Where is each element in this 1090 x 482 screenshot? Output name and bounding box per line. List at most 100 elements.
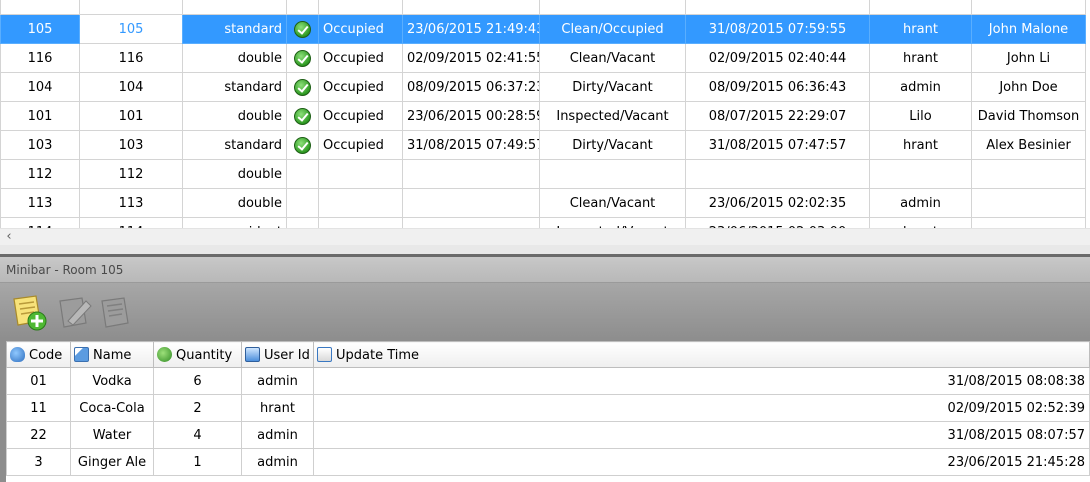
cell-user[interactable]: hrant [869,217,972,228]
cell-type[interactable]: standard [182,72,287,102]
occupancy-icon-cell[interactable] [286,159,319,189]
edit-item-button[interactable] [56,293,96,333]
minibar-cell-name[interactable]: Water [70,421,154,449]
list-item[interactable]: 3 Ginger Ale 1 admin 23/06/2015 21:45:28 [6,448,1090,476]
cell-user[interactable]: admin [869,188,972,218]
cell-number[interactable]: 105 [79,14,183,44]
cell-type[interactable]: double [182,159,287,189]
cell-type[interactable]: president [182,217,287,228]
cell-user[interactable]: hrant [869,130,972,160]
minibar-cell-time[interactable]: 02/09/2015 02:52:39 [313,394,1090,422]
minibar-cell-name[interactable]: Ginger Ale [70,448,154,476]
cell-guest[interactable] [971,217,1086,228]
cell-occupancy[interactable] [318,159,403,189]
minibar-cell-user[interactable]: admin [241,421,314,449]
scroll-left-icon[interactable]: ‹ [2,229,16,245]
cell-type[interactable]: double [182,101,287,131]
table-row[interactable]: 101 101 double Occupied 23/06/2015 00:28:59 I… [0,101,1086,131]
minibar-cell-user[interactable]: admin [241,367,314,395]
minibar-cell-time[interactable]: 31/08/2015 08:08:38 [313,367,1090,395]
cell-room[interactable]: 101 [0,101,80,131]
cell-status-time[interactable]: 08/09/2015 06:36:43 [685,72,870,102]
cell-status[interactable]: Clean/Vacant [539,188,686,218]
occupancy-icon-cell[interactable] [286,43,319,73]
cell-number[interactable]: 103 [79,130,183,160]
cell-check-in[interactable] [402,159,540,189]
cell-guest[interactable] [971,188,1086,218]
cell-status-time[interactable] [685,159,870,189]
table-row[interactable]: 114114presidentInspected/Vacant23/06/201… [0,217,1086,228]
minibar-cell-quantity[interactable]: 6 [153,367,242,395]
table-row[interactable]: 103 103 standard Occupied 31/08/2015 07:49:5… [0,130,1086,160]
cell-occupancy[interactable]: Occupied [318,72,403,102]
cell-status[interactable]: Dirty/Vacant [539,72,686,102]
minibar-cell-name[interactable]: Vodka [70,367,154,395]
cell-status-time[interactable]: 23/06/2015 02:02:35 [685,188,870,218]
cell-guest[interactable] [971,159,1086,189]
cell-status[interactable]: Inspected/Vacant [539,217,686,228]
table-row[interactable]: 113 113 double Clean/Vacant 23/06/2015 02:02… [0,188,1086,218]
cell-number[interactable]: 114 [79,217,183,228]
cell-room[interactable]: 113 [0,188,80,218]
cell-number[interactable]: 104 [79,72,183,102]
cell-occupancy[interactable]: Occupied [318,130,403,160]
cell-status[interactable]: Dirty/Vacant [539,130,686,160]
cell-status[interactable] [539,159,686,189]
cell-check-in[interactable]: 02/09/2015 02:41:55 [402,43,540,73]
add-item-button[interactable] [10,293,50,333]
cell-status-time[interactable]: 31/08/2015 07:59:55 [685,14,870,44]
occupancy-icon-cell[interactable] [286,14,319,44]
cell-number[interactable]: 116 [79,43,183,73]
cell-user[interactable]: hrant [869,14,972,44]
column-header-user-id[interactable]: User Id [241,341,314,368]
cell-type[interactable]: standard [182,14,287,44]
cell-occupancy[interactable] [318,217,403,228]
cell-status[interactable]: Clean/Vacant [539,43,686,73]
cell-check-in[interactable]: 23/06/2015 00:28:59 [402,101,540,131]
cell-status[interactable]: Inspected/Vacant [539,101,686,131]
minibar-cell-quantity[interactable]: 2 [153,394,242,422]
minibar-cell-code[interactable]: 3 [6,448,71,476]
cell-check-in[interactable] [402,217,540,228]
cell-guest[interactable]: John Li [971,43,1086,73]
minibar-cell-user[interactable]: hrant [241,394,314,422]
cell-occupancy[interactable]: Occupied [318,101,403,131]
list-item[interactable]: 01 Vodka 6 admin 31/08/2015 08:08:38 [6,367,1090,395]
cell-room[interactable]: 114 [0,217,80,228]
cell-occupancy[interactable] [318,188,403,218]
cell-guest[interactable]: John Malone [971,14,1086,44]
table-row[interactable]: 112 112 double [0,159,1086,189]
cell-check-in[interactable]: 23/06/2015 21:49:43 [402,14,540,44]
cell-number[interactable]: 113 [79,188,183,218]
column-header-name[interactable]: Name [70,341,154,368]
cell-user[interactable]: Lilo [869,101,972,131]
cell-occupancy[interactable]: Occupied [318,14,403,44]
minibar-grid[interactable]: Code Name Quantity User Id Update Time 0… [6,341,1090,482]
occupancy-icon-cell[interactable] [286,188,319,218]
minibar-cell-quantity[interactable]: 1 [153,448,242,476]
cell-room[interactable]: 116 [0,43,80,73]
cell-room[interactable]: 104 [0,72,80,102]
list-item[interactable]: 11 Coca-Cola 2 hrant 02/09/2015 02:52:39 [6,394,1090,422]
cell-user[interactable]: admin [869,72,972,102]
column-header-update-time[interactable]: Update Time [313,341,1090,368]
cell-status-time[interactable]: 31/08/2015 07:47:57 [685,130,870,160]
cell-number[interactable]: 101 [79,101,183,131]
column-header-quantity[interactable]: Quantity [153,341,242,368]
minibar-cell-code[interactable]: 22 [6,421,71,449]
cell-type[interactable]: double [182,43,287,73]
table-row[interactable]: 104 104 standard Occupied 08/09/2015 06:37:2… [0,72,1086,102]
cell-status[interactable]: Clean/Occupied [539,14,686,44]
minibar-cell-time[interactable]: 31/08/2015 08:07:57 [313,421,1090,449]
horizontal-scrollbar[interactable]: ‹ [0,228,1090,245]
cell-user[interactable] [869,159,972,189]
minibar-cell-user[interactable]: admin [241,448,314,476]
table-row[interactable]: 105 105 standard Occupied 23/06/2015 21:49:4… [0,14,1086,44]
cell-check-in[interactable]: 31/08/2015 07:49:57 [402,130,540,160]
cell-guest[interactable]: David Thomson [971,101,1086,131]
occupancy-icon-cell[interactable] [286,72,319,102]
cell-type[interactable]: standard [182,130,287,160]
cell-check-in[interactable] [402,188,540,218]
cell-occupancy[interactable]: Occupied [318,43,403,73]
minibar-cell-name[interactable]: Coca-Cola [70,394,154,422]
